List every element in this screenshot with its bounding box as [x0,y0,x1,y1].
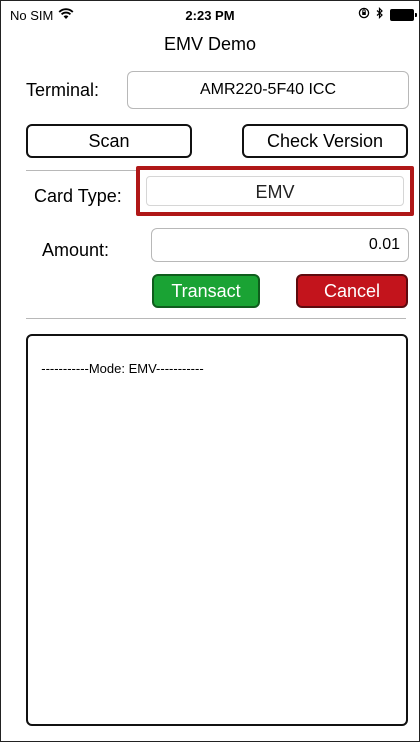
rotation-lock-icon [358,7,370,22]
terminal-label: Terminal: [26,80,100,100]
card-type-highlight: EMV [136,166,414,216]
check-version-button[interactable]: Check Version [242,124,408,158]
cancel-button[interactable]: Cancel [296,274,408,308]
amount-field[interactable]: 0.01 [151,228,409,262]
transact-button[interactable]: Transact [152,274,260,308]
page-title: EMV Demo [163,34,257,54]
terminal-value: AMR220-5F40 ICC [199,81,337,98]
card-type-field[interactable]: EMV [146,176,404,206]
amount-value: 0.01 [368,236,400,253]
amount-label: Amount: [42,240,110,260]
terminal-field[interactable]: AMR220-5F40 ICC [127,71,409,109]
status-bar: No SIM 2:23 PM [0,0,420,30]
scan-button[interactable]: Scan [26,124,192,158]
log-output[interactable]: -----------Mode: EMV----------- [26,334,408,726]
log-text: -----------Mode: EMV----------- [41,361,204,376]
status-right [358,7,417,22]
status-time: 2:23 PM [185,8,235,23]
battery-icon [390,8,417,21]
bluetooth-icon [376,7,384,22]
card-type-label: Card Type: [34,186,122,206]
card-type-value: EMV [255,182,295,202]
divider-bottom [26,318,406,319]
